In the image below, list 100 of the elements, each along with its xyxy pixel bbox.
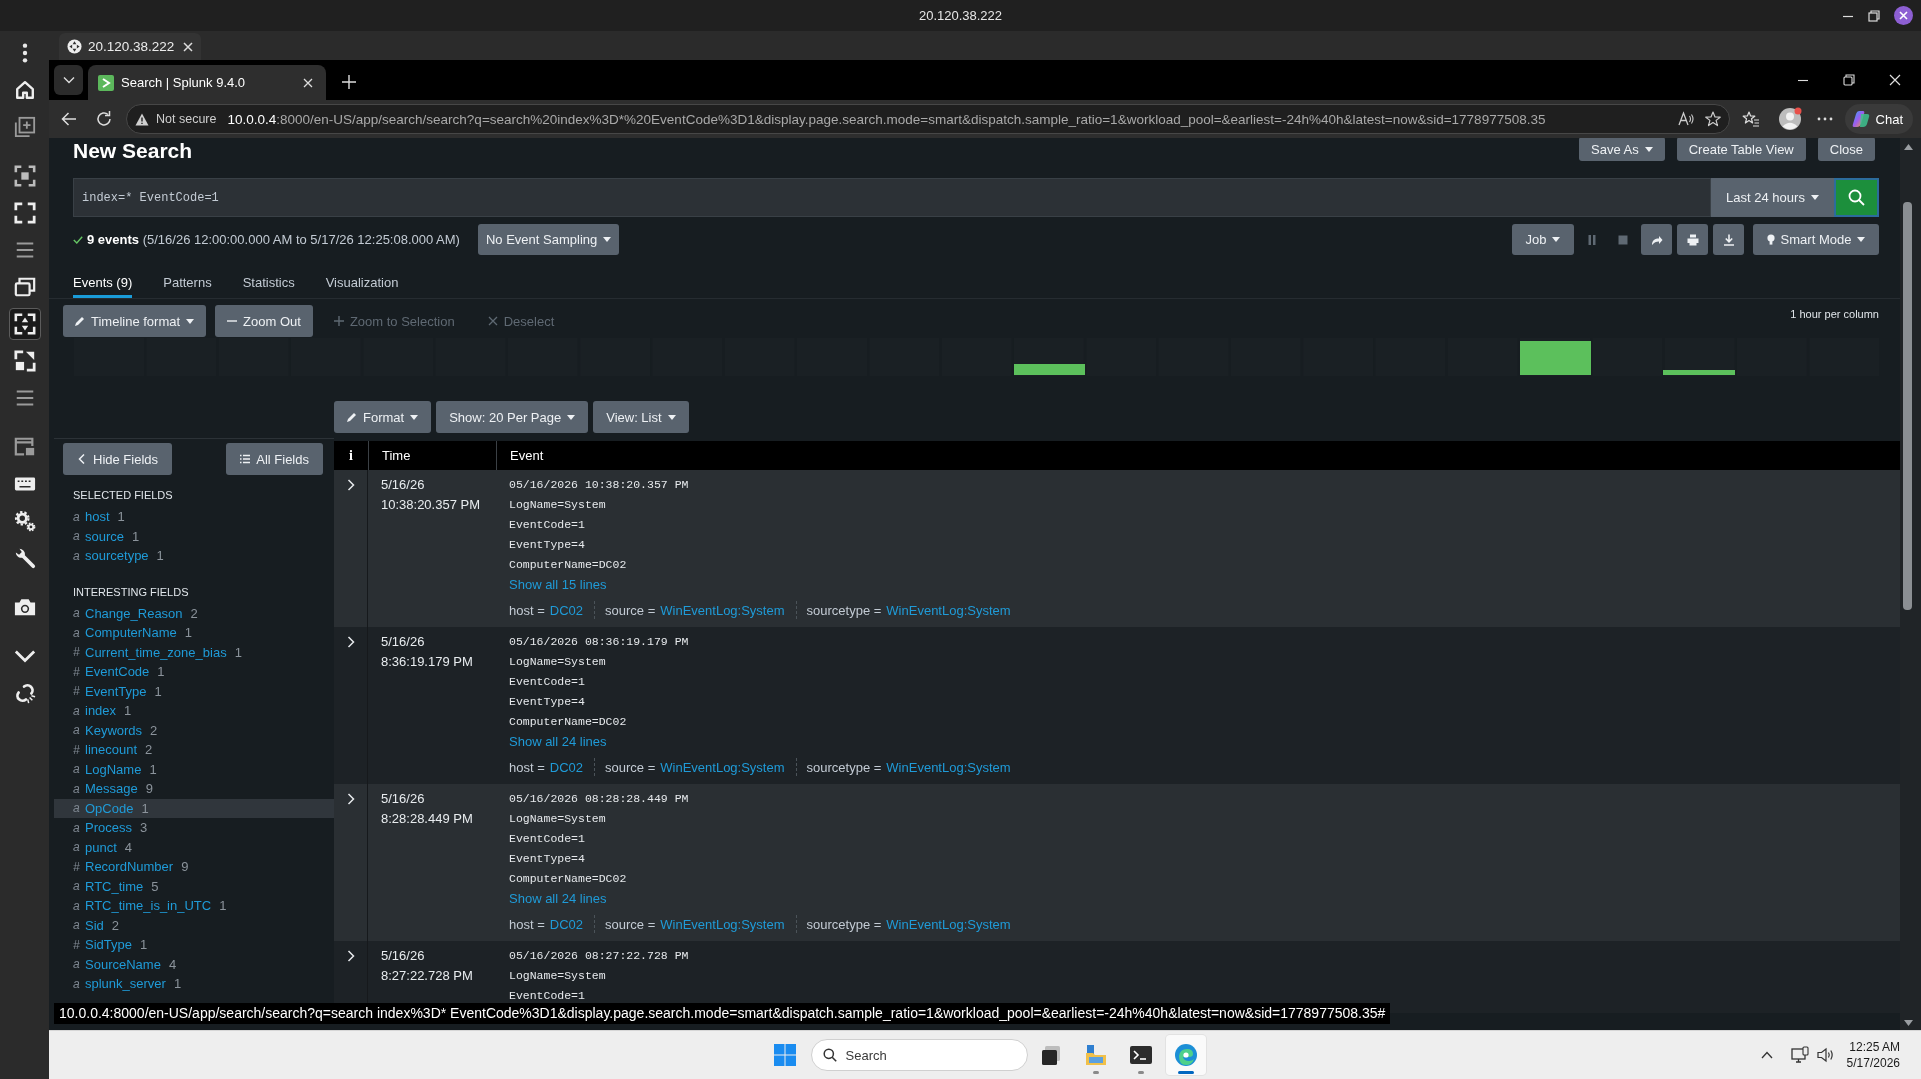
- browser-tab[interactable]: Search | Splunk 9.4.0: [88, 65, 326, 100]
- event-line: ComputerName=DC02: [509, 871, 627, 887]
- search-field[interactable]: Search: [810, 1039, 1028, 1071]
- results-option-dropdown[interactable]: Show: 20 Per Page: [436, 401, 589, 433]
- scrollbar[interactable]: [1900, 138, 1921, 1030]
- chevron-right-icon[interactable]: [346, 793, 355, 805]
- field-item[interactable]: a index 1: [54, 701, 334, 721]
- favorites-icon[interactable]: [1741, 110, 1760, 128]
- field-value-link[interactable]: DC02: [549, 759, 584, 775]
- chat-button[interactable]: Chat: [1844, 104, 1913, 134]
- event-line: EventType=4: [509, 694, 585, 710]
- job-menu-button[interactable]: Job: [1512, 224, 1574, 255]
- hide-fields-button[interactable]: Hide Fields: [63, 443, 173, 475]
- session-tab[interactable]: 20.120.38.222: [59, 33, 202, 60]
- field-item[interactable]: # RecordNumber 9: [54, 857, 334, 877]
- header-button[interactable]: Save As: [1579, 138, 1665, 161]
- field-item[interactable]: a LogName 1: [54, 759, 334, 779]
- timeline-button[interactable]: Timeline format: [63, 305, 207, 337]
- field-value-link[interactable]: WinEventLog:System: [886, 602, 1011, 618]
- results-tab[interactable]: Statistics: [242, 267, 295, 298]
- restore-icon[interactable]: [1868, 9, 1880, 22]
- read-aloud-icon[interactable]: [1677, 111, 1694, 127]
- field-item[interactable]: a host 1: [54, 507, 334, 527]
- search-mode-dropdown[interactable]: Smart Mode: [1753, 224, 1879, 255]
- field-item[interactable]: a sourcetype 1: [54, 546, 334, 566]
- event-line: EventCode=1: [509, 674, 585, 690]
- close-icon[interactable]: [183, 41, 194, 52]
- show-all-link[interactable]: Show all 24 lines: [509, 732, 607, 752]
- field-item[interactable]: # Current_time_zone_bias 1: [54, 642, 334, 662]
- network-icon[interactable]: [1790, 1046, 1809, 1064]
- field-value-link[interactable]: DC02: [549, 602, 584, 618]
- field-item[interactable]: a Change_Reason 2: [54, 603, 334, 623]
- field-value-link[interactable]: WinEventLog:System: [660, 602, 785, 618]
- back-icon[interactable]: [60, 110, 78, 128]
- field-item[interactable]: # EventType 1: [54, 681, 334, 701]
- show-all-link[interactable]: Show all 24 lines: [509, 889, 607, 909]
- field-item[interactable]: # linecount 2: [54, 740, 334, 760]
- speaker-icon[interactable]: [1816, 1047, 1835, 1063]
- restore-icon[interactable]: [1843, 74, 1855, 86]
- results-tab[interactable]: Visualization: [325, 267, 399, 298]
- timeline-button[interactable]: Zoom Out: [215, 305, 313, 337]
- event-line: 05/16/2026 08:28:28.449 PM: [509, 791, 689, 807]
- search-input[interactable]: index=* EventCode=1: [73, 178, 1711, 217]
- field-item[interactable]: a Process 3: [54, 818, 334, 838]
- event-line: LogName=System: [509, 654, 606, 670]
- field-label: sourcetype =: [806, 759, 882, 775]
- close-icon[interactable]: [303, 77, 313, 88]
- field-item[interactable]: a ComputerName 1: [54, 623, 334, 643]
- security-status[interactable]: Not secure: [156, 112, 217, 126]
- address-bar[interactable]: [126, 104, 1730, 134]
- timeline-scale: 1 hour per column: [1790, 307, 1879, 322]
- fit-screen-icon[interactable]: [8, 307, 41, 340]
- field-value-link[interactable]: WinEventLog:System: [660, 916, 785, 932]
- chevron-up-icon[interactable]: [1760, 1051, 1773, 1059]
- tab-list-button[interactable]: [54, 65, 83, 95]
- field-item[interactable]: a RTC_time_is_in_UTC 1: [54, 896, 334, 916]
- results-tab[interactable]: Events (9): [73, 267, 133, 298]
- field-item[interactable]: a Keywords 2: [54, 720, 334, 740]
- field-value-link[interactable]: DC02: [549, 916, 584, 932]
- field-value-link[interactable]: WinEventLog:System: [886, 916, 1011, 932]
- field-item[interactable]: a SourceName 4: [54, 954, 334, 974]
- field-item[interactable]: a punct 4: [54, 837, 334, 857]
- star-icon[interactable]: [1704, 111, 1721, 127]
- chevron-right-icon[interactable]: [346, 950, 355, 962]
- field-item[interactable]: a Message 9: [54, 779, 334, 799]
- export-button[interactable]: [1713, 224, 1744, 255]
- chevron-right-icon[interactable]: [346, 479, 355, 491]
- field-item[interactable]: a OpCode 1: [54, 798, 334, 818]
- field-item[interactable]: a source 1: [54, 526, 334, 546]
- time-range-picker[interactable]: Last 24 hours: [1711, 178, 1834, 217]
- field-item[interactable]: a RTC_time 5: [54, 876, 334, 896]
- field-value-link[interactable]: WinEventLog:System: [660, 759, 785, 775]
- field-value-link[interactable]: WinEventLog:System: [886, 759, 1011, 775]
- start-icon[interactable]: [773, 1044, 796, 1066]
- show-all-link[interactable]: Show all 15 lines: [509, 575, 607, 595]
- sampling-dropdown[interactable]: No Event Sampling: [477, 224, 620, 255]
- share-button[interactable]: [1641, 224, 1672, 255]
- print-button[interactable]: [1677, 224, 1708, 255]
- scroll-thumb[interactable]: [1903, 202, 1912, 610]
- search-button[interactable]: [1834, 178, 1879, 217]
- chevron-right-icon[interactable]: [346, 636, 355, 648]
- scroll-down-icon[interactable]: [1904, 1020, 1913, 1026]
- field-item[interactable]: a Sid 2: [54, 915, 334, 935]
- field-item[interactable]: # EventCode 1: [54, 662, 334, 682]
- event-line: ComputerName=DC02: [509, 714, 627, 730]
- header-button[interactable]: Close: [1817, 138, 1875, 161]
- results-option-dropdown[interactable]: View: List: [593, 401, 689, 433]
- scroll-up-icon[interactable]: [1904, 144, 1913, 150]
- results-tab[interactable]: Patterns: [163, 267, 212, 298]
- pause-icon: [1586, 233, 1598, 246]
- avatar-icon[interactable]: [1777, 107, 1802, 131]
- header-button[interactable]: Create Table View: [1676, 138, 1806, 161]
- field-item[interactable]: # SidType 1: [54, 935, 334, 955]
- results-option-dropdown[interactable]: Format: [334, 401, 432, 433]
- field-item[interactable]: a splunk_server 1: [54, 974, 334, 994]
- all-fields-button[interactable]: All Fields: [226, 443, 323, 475]
- close-icon[interactable]: [1894, 6, 1913, 25]
- new-tab-icon[interactable]: [342, 75, 356, 89]
- close-icon[interactable]: [1889, 74, 1901, 86]
- reload-icon[interactable]: [95, 110, 113, 128]
